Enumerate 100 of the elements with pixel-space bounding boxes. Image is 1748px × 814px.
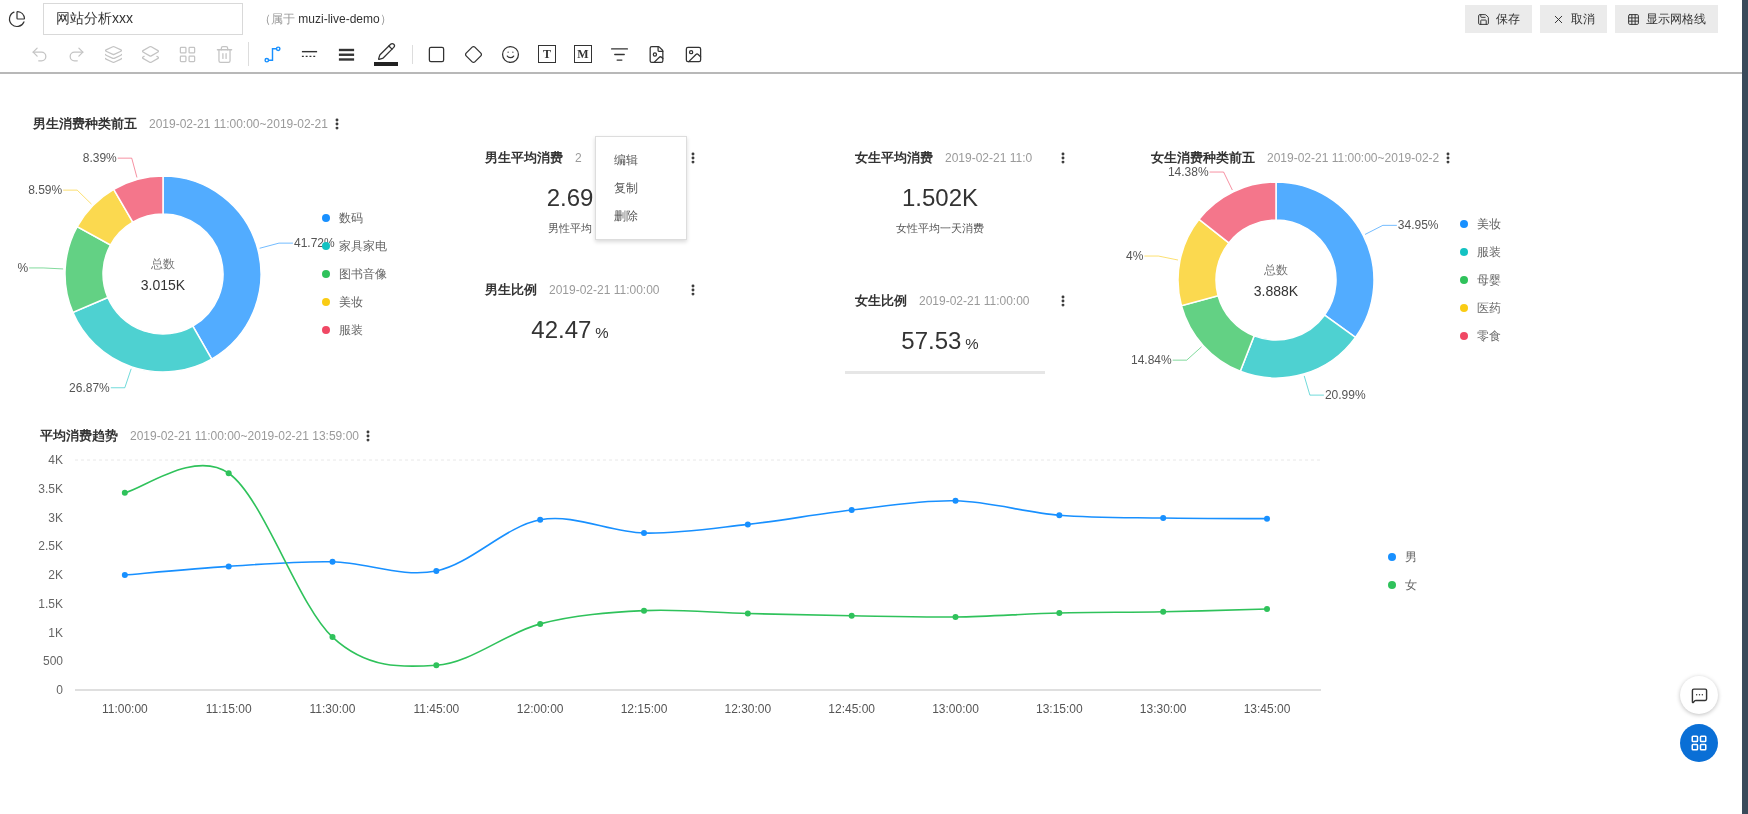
text-box-tool[interactable]: M [574,45,592,63]
data-point [848,506,855,513]
data-point [641,529,647,536]
legend-label[interactable]: 美妆 [339,292,363,311]
data-point [1160,514,1167,521]
data-point [329,633,336,640]
slice-label: 26.87% [69,367,132,395]
y-tick-label: 500 [42,653,63,668]
grid-icon [1627,12,1640,26]
legend-label[interactable]: 女 [1405,575,1417,594]
pencil-icon [376,42,396,61]
date-range: 2019-02-21 11:00:00 [919,292,1030,310]
slice-label: 34.95% [1364,217,1439,235]
date-range: 2019-02-21 11:00:00~2019-02-21 13:59:00 [130,427,359,445]
x-tick-label: 12:15:00 [620,701,668,716]
data-point [537,516,544,523]
smiley-icon [501,44,520,64]
connector-tool[interactable] [263,44,282,64]
file-icon [647,44,666,64]
slice-label: 41.72% [259,235,335,250]
slice-label: 4% [1126,248,1179,263]
smiley-tool[interactable] [501,44,520,64]
x-tick-label: 11:15:00 [205,701,252,716]
legend-label[interactable]: 美妆 [1477,214,1501,233]
apps-icon [1690,734,1708,752]
legend-label[interactable]: 服装 [1477,242,1501,261]
data-point [641,607,647,614]
y-tick-label: 0 [56,682,63,697]
legend-label[interactable]: 数码 [339,208,363,227]
y-tick-label: 1.5K [38,596,63,611]
stat-value: 2.69 [546,182,594,213]
layers-icon [104,44,123,64]
cancel-button[interactable]: 取消 [1540,5,1607,33]
date-range: 2019-02-21 11:00:00~2019-02-21 [149,115,328,133]
x-tick-label: 12:00:00 [516,701,564,716]
data-point [848,612,855,619]
slice-label: 8.59% [28,182,92,205]
center-value: 3.888K [1253,282,1299,299]
center-label: 总数 [1264,262,1288,277]
image-icon [684,44,703,64]
x-tick-label: 13:30:00 [1139,701,1187,716]
date-range: 2019-02-21 11:00:00~2019-02-2 [1267,149,1440,167]
data-point [433,567,440,574]
data-point [952,497,959,504]
menu-item[interactable]: 删除 [614,207,686,225]
widget-title: 男生消费种类前五 [33,115,137,133]
apps-button[interactable] [1680,724,1718,762]
pencil-tool[interactable] [374,42,398,66]
data-point [1160,608,1167,615]
grid-icon [178,44,197,64]
menu-item[interactable]: 复制 [614,179,686,197]
date-range: 2 [575,149,582,167]
widget-title: 女生比例 [855,292,907,310]
slice-label: 20.99% [1303,374,1366,402]
square-icon [427,44,446,64]
stat-value: 57.53 [901,325,962,356]
legend-label[interactable]: 母婴 [1477,270,1501,289]
center-label: 总数 [151,256,175,271]
legend-label[interactable]: 服装 [339,320,363,339]
color-swatch [374,62,398,66]
legend-label[interactable]: 图书音像 [339,264,387,283]
x-tick-label: 13:15:00 [1036,701,1083,716]
title-field[interactable]: 网站分析xxx [43,3,243,35]
save-button[interactable]: 保存 [1465,5,1532,33]
slice-label: 14.84% [1131,345,1203,367]
legend-label[interactable]: 零食 [1477,326,1501,345]
diamond-tool[interactable] [464,44,483,64]
x-tick-label: 11:00:00 [101,701,148,716]
data-point [952,613,959,620]
menu-item[interactable]: 编辑 [614,151,686,169]
widget-title: 男生平均消费 [485,149,563,167]
data-point [1264,605,1270,612]
x-tick-label: 11:30:00 [309,701,356,716]
slice-label: % [17,260,64,275]
x-tick-label: 11:45:00 [413,701,460,716]
legend-label[interactable]: 男 [1405,547,1417,566]
square-tool[interactable] [427,44,446,64]
owner-info: （属于 muzi-live-demo） [259,11,392,28]
stat-unit: % [595,322,609,343]
widget-title: 平均消费趋势 [40,427,118,445]
image-tool[interactable] [684,44,703,64]
stat-value: 1.502K [901,182,979,213]
legend-label[interactable]: 医药 [1477,298,1501,317]
y-tick-label: 3K [48,510,63,524]
layers-icon [141,44,160,64]
slice-label: 14.38% [1167,164,1233,191]
text-box-tool[interactable]: T [538,45,556,63]
y-tick-label: 4K [48,452,63,467]
y-tick-label: 3.5K [38,481,63,496]
trash-icon [215,44,234,64]
grid-button[interactable]: 显示网格线 [1615,5,1718,33]
data-point [329,558,336,565]
chat-button[interactable] [1680,676,1718,714]
y-tick-label: 2.5K [38,538,63,553]
legend-label[interactable]: 家具家电 [339,236,387,255]
data-point [121,571,128,578]
x-tick-label: 12:30:00 [724,701,772,716]
data-point [433,661,440,668]
file-tool[interactable] [647,44,666,64]
center-value: 3.015K [140,276,186,293]
